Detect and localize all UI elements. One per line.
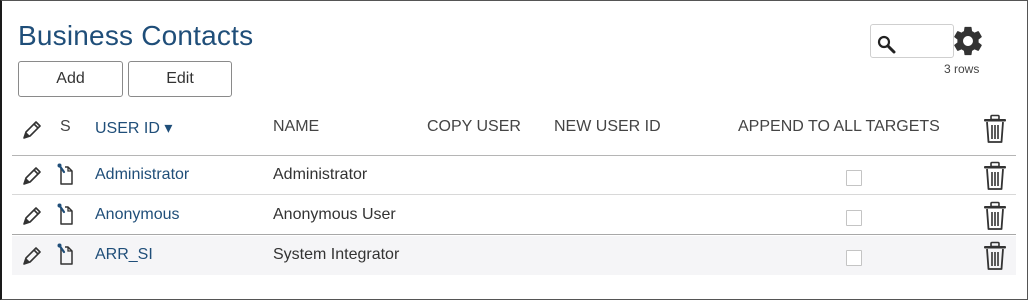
pencil-icon[interactable]: [20, 244, 44, 268]
row-count: 3 rows: [944, 62, 980, 76]
pencil-icon[interactable]: [20, 204, 44, 228]
page-title: Business Contacts: [18, 20, 254, 51]
user-id-link[interactable]: Anonymous: [95, 206, 180, 224]
trash-icon[interactable]: [982, 114, 1008, 144]
pinned-document-icon: [57, 243, 73, 265]
append-to-all-targets-checkbox[interactable]: [846, 170, 862, 186]
name-cell: System Integrator: [273, 246, 400, 263]
table-row: Anonymous Anonymous User: [12, 196, 1016, 235]
column-header-s: S: [60, 118, 71, 135]
add-button[interactable]: Add: [18, 61, 123, 97]
edit-button[interactable]: Edit: [128, 61, 232, 97]
column-header-append-to-all-targets: APPEND TO ALL TARGETS: [738, 118, 940, 135]
user-id-link[interactable]: ARR_SI: [95, 246, 153, 264]
table-row: Administrator Administrator: [12, 156, 1016, 195]
trash-icon[interactable]: [982, 241, 1008, 271]
search-icon[interactable]: [877, 35, 897, 55]
search-input[interactable]: [870, 24, 954, 58]
pencil-icon[interactable]: [20, 118, 44, 142]
trash-icon[interactable]: [982, 201, 1008, 231]
pinned-document-icon: [57, 203, 73, 225]
column-header-name: NAME: [273, 118, 320, 135]
column-header-copy-user: COPY USER: [427, 118, 521, 135]
append-to-all-targets-checkbox[interactable]: [846, 210, 862, 226]
gear-icon[interactable]: [951, 24, 985, 58]
pinned-document-icon: [57, 163, 73, 185]
user-id-link[interactable]: Administrator: [95, 166, 189, 184]
trash-icon[interactable]: [982, 161, 1008, 191]
table-row: ARR_SI System Integrator: [12, 236, 1016, 275]
name-cell: Anonymous User: [273, 206, 396, 223]
pencil-icon[interactable]: [20, 164, 44, 188]
name-cell: Administrator: [273, 166, 368, 183]
column-header-user-id[interactable]: USER ID ▾: [95, 118, 172, 138]
column-header-new-user-id: NEW USER ID: [554, 118, 661, 135]
append-to-all-targets-checkbox[interactable]: [846, 250, 862, 266]
